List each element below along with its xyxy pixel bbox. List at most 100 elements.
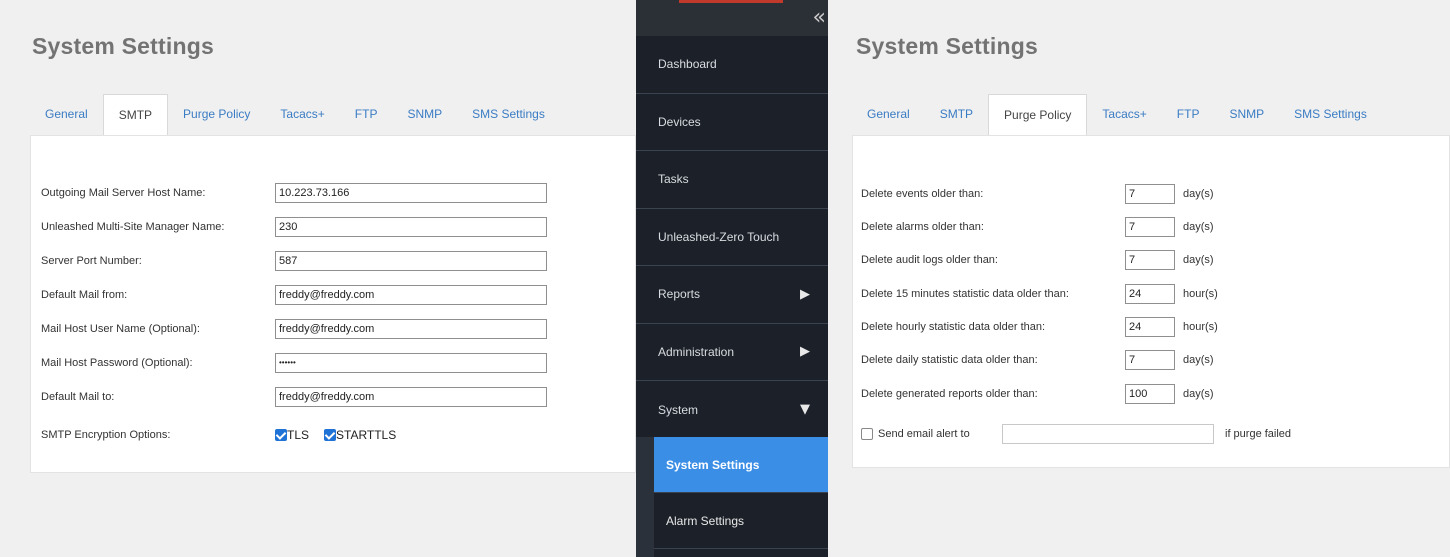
field-label: Default Mail to: (41, 391, 115, 403)
email-alert-checkbox[interactable] (861, 428, 873, 440)
unit-label: day(s) (1183, 254, 1214, 266)
form-row: Outgoing Mail Server Host Name: 10.223.7… (41, 182, 561, 204)
purge-row: Delete generated reports older than: 100… (861, 383, 1261, 405)
tls-label: TLS (287, 428, 310, 442)
tab-general[interactable]: General (852, 94, 925, 136)
unit-label: day(s) (1183, 388, 1214, 400)
alarms-days-input[interactable]: 7 (1125, 217, 1175, 237)
purge-label: Delete daily statistic data older than: (861, 354, 1038, 366)
unit-label: day(s) (1183, 354, 1214, 366)
sidebar-item-system[interactable]: System ▼ (636, 381, 828, 439)
audit-logs-days-input[interactable]: 7 (1125, 250, 1175, 270)
sidebar-item-devices[interactable]: Devices (636, 94, 828, 151)
settings-tabs: General SMTP Purge Policy Tacacs+ FTP SN… (30, 94, 560, 136)
server-port-input[interactable]: 587 (275, 251, 547, 271)
field-label: Unleashed Multi-Site Manager Name: (41, 221, 225, 233)
unit-label: hour(s) (1183, 288, 1218, 300)
tab-snmp[interactable]: SNMP (1214, 94, 1279, 136)
submenu-rail (636, 437, 654, 557)
email-alert-row: Send email alert to if purge failed (861, 423, 1341, 445)
sidebar-item-unleashed-zero-touch[interactable]: Unleashed-Zero Touch (636, 209, 828, 266)
mail-server-host-input[interactable]: 10.223.73.166 (275, 183, 547, 203)
stats-hourly-hours-input[interactable]: 24 (1125, 317, 1175, 337)
field-label: Mail Host Password (Optional): (41, 357, 193, 369)
purge-label: Delete audit logs older than: (861, 254, 998, 266)
tls-checkbox[interactable] (275, 429, 287, 441)
starttls-checkbox[interactable] (324, 429, 336, 441)
smtp-settings-panel: System Settings General SMTP Purge Polic… (0, 0, 636, 557)
expand-right-icon: ▶ (800, 286, 810, 302)
tls-option[interactable]: TLS (275, 428, 309, 442)
purge-row: Delete daily statistic data older than: … (861, 349, 1261, 371)
tab-purge-policy[interactable]: Purge Policy (168, 94, 265, 136)
purge-row: Delete audit logs older than: 7 day(s) (861, 249, 1261, 271)
form-row: Default Mail to: freddy@freddy.com (41, 386, 561, 408)
stats-15min-hours-input[interactable]: 24 (1125, 284, 1175, 304)
unit-label: day(s) (1183, 188, 1214, 200)
default-mail-from-input[interactable]: freddy@freddy.com (275, 285, 547, 305)
tab-snmp[interactable]: SNMP (392, 94, 457, 136)
form-row: Server Port Number: 587 (41, 250, 561, 272)
sidebar-item-tasks[interactable]: Tasks (636, 151, 828, 209)
sidebar-item-dashboard[interactable]: Dashboard (636, 36, 828, 94)
encryption-row: SMTP Encryption Options: TLS STARTTLS (41, 424, 561, 446)
sidebar-subitem-system-settings[interactable]: System Settings (654, 437, 828, 493)
starttls-label: STARTTLS (336, 428, 397, 442)
page-title: System Settings (856, 33, 1038, 59)
purge-label: Delete hourly statistic data older than: (861, 321, 1046, 333)
tab-tacacs[interactable]: Tacacs+ (1087, 94, 1161, 136)
field-label: Outgoing Mail Server Host Name: (41, 187, 206, 199)
field-label: Default Mail from: (41, 289, 128, 301)
tab-ftp[interactable]: FTP (1162, 94, 1215, 136)
unit-label: day(s) (1183, 221, 1214, 233)
sidebar-item-label: Reports (658, 287, 701, 302)
page-title: System Settings (32, 33, 214, 59)
purge-row: Delete alarms older than: 7 day(s) (861, 216, 1261, 238)
email-alert-input[interactable] (1002, 424, 1214, 444)
reports-days-input[interactable]: 100 (1125, 384, 1175, 404)
top-accent-bar (679, 0, 783, 3)
stats-daily-days-input[interactable]: 7 (1125, 350, 1175, 370)
expand-right-icon: ▶ (800, 344, 810, 360)
sidebar-item-administration[interactable]: Administration ▶ (636, 324, 828, 381)
tab-general[interactable]: General (30, 94, 103, 136)
tab-sms-settings[interactable]: SMS Settings (457, 94, 560, 136)
collapse-sidebar-icon[interactable]: « (813, 7, 826, 29)
sidebar-item-label: Tasks (658, 172, 689, 187)
sidebar-subitem-alarm-settings[interactable]: Alarm Settings (654, 493, 828, 549)
purge-label: Delete generated reports older than: (861, 388, 1038, 400)
purge-row: Delete events older than: 7 day(s) (861, 183, 1261, 205)
form-row: Unleashed Multi-Site Manager Name: 230 (41, 216, 561, 238)
expand-down-icon: ▼ (800, 402, 810, 418)
purge-label: Delete 15 minutes statistic data older t… (861, 288, 1069, 300)
form-row: Mail Host Password (Optional): •••••• (41, 352, 561, 374)
events-days-input[interactable]: 7 (1125, 184, 1175, 204)
field-label: Mail Host User Name (Optional): (41, 323, 200, 335)
form-row: Default Mail from: freddy@freddy.com (41, 284, 561, 306)
purge-row: Delete hourly statistic data older than:… (861, 316, 1261, 338)
mail-host-password-input[interactable]: •••••• (275, 353, 547, 373)
purge-label: Delete alarms older than: (861, 221, 984, 233)
sidebar-item-label: System (658, 402, 699, 417)
field-label: Server Port Number: (41, 255, 142, 267)
smtp-form: Outgoing Mail Server Host Name: 10.223.7… (30, 135, 636, 473)
nav-sidebar: « Dashboard Devices Tasks Unleashed-Zero… (636, 0, 828, 557)
tab-purge-policy[interactable]: Purge Policy (988, 94, 1088, 136)
tab-sms-settings[interactable]: SMS Settings (1279, 94, 1382, 136)
tab-smtp[interactable]: SMTP (102, 94, 169, 136)
tab-ftp[interactable]: FTP (340, 94, 393, 136)
default-mail-to-input[interactable]: freddy@freddy.com (275, 387, 547, 407)
sidebar-header: « (636, 0, 828, 36)
settings-tabs: General SMTP Purge Policy Tacacs+ FTP SN… (852, 94, 1382, 136)
manager-name-input[interactable]: 230 (275, 217, 547, 237)
email-alert-label: Send email alert to (878, 428, 970, 440)
system-submenu: System Settings Alarm Settings (654, 437, 828, 549)
starttls-option[interactable]: STARTTLS (324, 428, 396, 442)
tab-tacacs[interactable]: Tacacs+ (265, 94, 339, 136)
tab-smtp[interactable]: SMTP (925, 94, 988, 136)
sidebar-item-reports[interactable]: Reports ▶ (636, 266, 828, 324)
mail-host-username-input[interactable]: freddy@freddy.com (275, 319, 547, 339)
email-alert-suffix: if purge failed (1225, 428, 1292, 440)
purge-label: Delete events older than: (861, 188, 984, 200)
unit-label: hour(s) (1183, 321, 1218, 333)
